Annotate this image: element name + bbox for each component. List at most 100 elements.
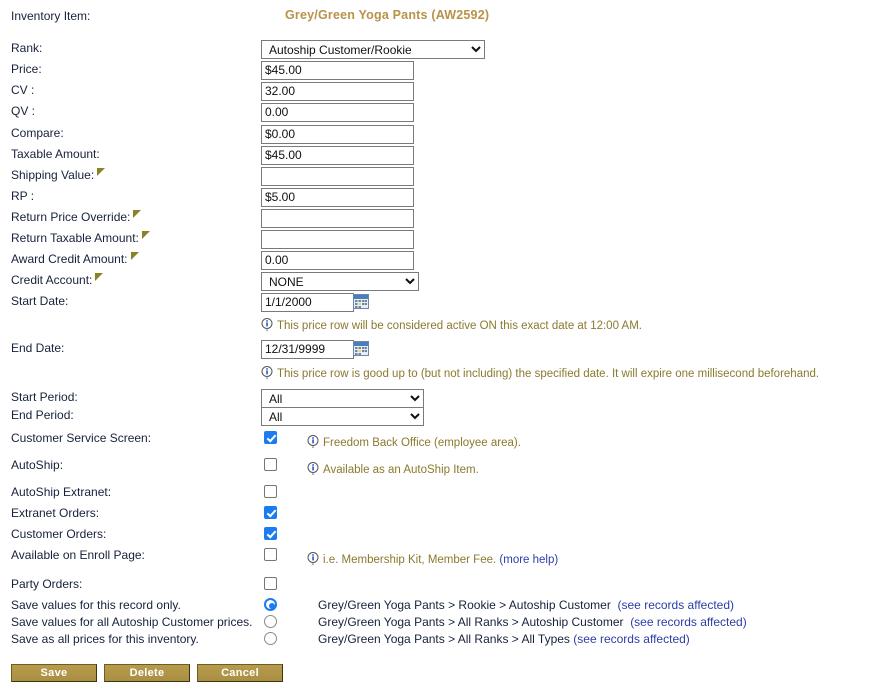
save-scope-label-0: Save values for this record only. [11, 597, 181, 613]
customer-service-screen-row: Customer Service Screen: Freedom Back Of… [0, 430, 878, 451]
cv-label: CV : [11, 82, 34, 98]
party-orders-checkbox[interactable] [264, 577, 277, 590]
start-date-label: Start Date: [11, 293, 68, 309]
customer-orders-checkbox[interactable] [264, 527, 277, 540]
cancel-button[interactable]: Cancel [197, 664, 283, 682]
shipping-value-row: Shipping Value: [0, 167, 878, 188]
autoship-row: AutoShip: Available as an AutoShip Item. [0, 457, 878, 478]
award-credit-amount-row: Award Credit Amount: [0, 251, 878, 272]
compare-row: Compare: [0, 125, 878, 146]
start-date-note-text: This price row will be considered active… [277, 320, 642, 332]
qv-row: QV : [0, 103, 878, 124]
extranet-orders-row: Extranet Orders: [0, 505, 878, 526]
shipping-value-label: Shipping Value: [11, 167, 105, 183]
price-row-edit-form: Inventory Item: Grey/Green Yoga Pants (A… [0, 0, 878, 694]
rank-select[interactable]: Autoship Customer/Rookie [261, 40, 485, 59]
customer-service-screen-label: Customer Service Screen: [11, 430, 151, 446]
customer-service-screen-note: Freedom Back Office (employee area). [307, 435, 521, 450]
autoship-checkbox[interactable] [264, 458, 277, 471]
autoship-note: Available as an AutoShip Item. [307, 462, 479, 477]
extranet-orders-checkbox[interactable] [264, 506, 277, 519]
cv-row: CV : [0, 82, 878, 103]
rank-label: Rank: [11, 40, 42, 56]
credit-account-select[interactable]: NONE [261, 272, 419, 291]
compare-label: Compare: [11, 125, 64, 141]
customer-service-screen-checkbox[interactable] [264, 431, 277, 444]
end-date-input[interactable] [261, 340, 354, 359]
customer-orders-label: Customer Orders: [11, 526, 106, 542]
return-price-override-label: Return Price Override: [11, 209, 141, 225]
save-scope-row-2: Save as all prices for this inventory. G… [0, 631, 878, 652]
start-date-note: This price row will be considered active… [261, 318, 642, 333]
delete-button[interactable]: Delete [104, 664, 190, 682]
start-date-input[interactable] [261, 293, 354, 312]
save-scope-path-1: Grey/Green Yoga Pants > All Ranks > Auto… [318, 614, 747, 630]
save-scope-radio-1[interactable] [264, 615, 277, 628]
end-period-row: End Period: All [0, 407, 878, 428]
rp-label: RP : [11, 188, 34, 204]
help-flag-icon[interactable] [133, 210, 141, 218]
return-taxable-amount-input[interactable] [261, 230, 414, 249]
enroll-page-row: Available on Enroll Page: i.e. Membershi… [0, 547, 878, 568]
calendar-icon[interactable] [353, 294, 369, 309]
end-period-label: End Period: [11, 407, 74, 423]
qv-label: QV : [11, 103, 35, 119]
taxable-amount-label: Taxable Amount: [11, 146, 100, 162]
rp-input[interactable] [261, 188, 414, 207]
shipping-value-input[interactable] [261, 167, 414, 186]
see-records-affected-link-2[interactable]: (see records affected) [573, 632, 690, 646]
enroll-page-checkbox[interactable] [264, 548, 277, 561]
price-row: Price: [0, 61, 878, 82]
start-period-select[interactable]: All [261, 389, 424, 408]
taxable-amount-input[interactable] [261, 146, 414, 165]
save-scope-radio-2[interactable] [264, 632, 277, 645]
info-icon [307, 552, 319, 566]
party-orders-label: Party Orders: [11, 576, 82, 592]
autoship-extranet-row: AutoShip Extranet: [0, 484, 878, 505]
start-period-label: Start Period: [11, 389, 78, 405]
return-price-override-row: Return Price Override: [0, 209, 878, 230]
save-scope-path-0: Grey/Green Yoga Pants > Rookie > Autoshi… [318, 597, 734, 613]
see-records-affected-link-0[interactable]: (see records affected) [618, 598, 735, 612]
end-date-row: End Date: [0, 340, 878, 361]
help-flag-icon[interactable] [131, 252, 139, 260]
cv-input[interactable] [261, 82, 414, 101]
end-date-note-text: This price row is good up to (but not in… [277, 368, 819, 380]
award-credit-amount-input[interactable] [261, 251, 414, 270]
price-input[interactable] [261, 61, 414, 80]
start-date-row: Start Date: [0, 293, 878, 314]
save-scope-radio-0[interactable] [264, 598, 277, 611]
qv-input[interactable] [261, 103, 414, 122]
autoship-extranet-checkbox[interactable] [264, 485, 277, 498]
calendar-icon[interactable] [353, 341, 369, 356]
see-records-affected-link-1[interactable]: (see records affected) [630, 615, 747, 629]
help-flag-icon[interactable] [142, 231, 150, 239]
more-help-link[interactable]: (more help) [499, 554, 558, 566]
customer-orders-row: Customer Orders: [0, 526, 878, 547]
help-flag-icon[interactable] [97, 168, 105, 176]
award-credit-amount-label: Award Credit Amount: [11, 251, 139, 267]
save-button[interactable]: Save [11, 664, 97, 682]
party-orders-row: Party Orders: [0, 576, 878, 597]
compare-input[interactable] [261, 125, 414, 144]
end-period-select[interactable]: All [261, 407, 424, 426]
taxable-amount-row: Taxable Amount: [0, 146, 878, 167]
extranet-orders-label: Extranet Orders: [11, 505, 99, 521]
enroll-page-note: i.e. Membership Kit, Member Fee. (more h… [307, 552, 558, 567]
return-price-override-input[interactable] [261, 209, 414, 228]
help-flag-icon[interactable] [95, 273, 103, 281]
return-taxable-amount-row: Return Taxable Amount: [0, 230, 878, 251]
info-icon [307, 435, 319, 449]
rank-row: Rank: Autoship Customer/Rookie [0, 40, 878, 61]
return-taxable-amount-label: Return Taxable Amount: [11, 230, 150, 246]
end-date-note: This price row is good up to (but not in… [261, 366, 819, 381]
save-scope-label-2: Save as all prices for this inventory. [11, 631, 199, 647]
end-date-label: End Date: [11, 340, 64, 356]
autoship-extranet-label: AutoShip Extranet: [11, 484, 111, 500]
save-scope-path-2: Grey/Green Yoga Pants > All Ranks > All … [318, 631, 690, 647]
save-scope-label-1: Save values for all Autoship Customer pr… [11, 614, 252, 630]
autoship-note-text: Available as an AutoShip Item. [323, 464, 479, 476]
inventory-item-label: Inventory Item: [11, 8, 90, 24]
credit-account-row: Credit Account: NONE [0, 272, 878, 293]
enroll-page-label: Available on Enroll Page: [11, 547, 145, 563]
